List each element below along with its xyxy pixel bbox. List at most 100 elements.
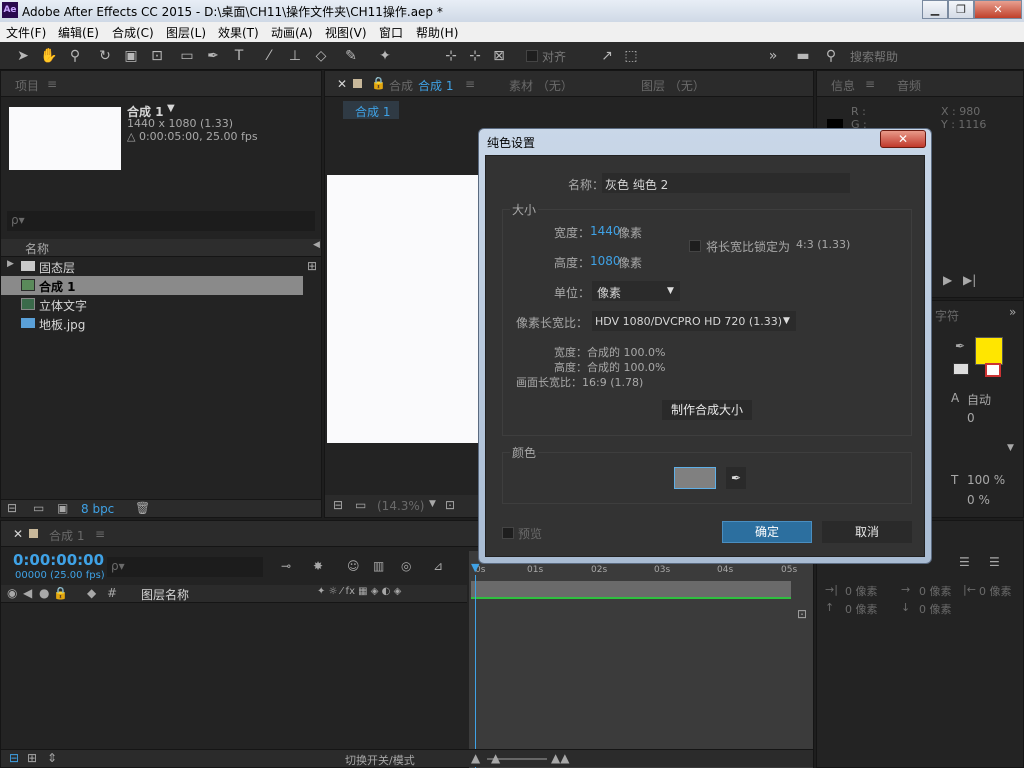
units-select[interactable]: 像素 ▼ <box>592 281 680 301</box>
brush-tool-icon[interactable]: ⁄ <box>260 47 278 65</box>
stroke-swatch-icon[interactable] <box>953 363 969 375</box>
zoom-tool-icon[interactable]: ⚲ <box>66 47 84 65</box>
expand-arrow-icon[interactable]: ▶ <box>7 259 14 269</box>
tab-info[interactable]: 信息 <box>831 77 855 94</box>
toggle-switches-modes[interactable]: 切换开关/模式 <box>345 752 415 768</box>
project-search-input[interactable]: ρ▾ <box>7 211 315 231</box>
bpc-toggle[interactable]: 8 bpc <box>81 502 114 516</box>
maximize-button[interactable]: ❐ <box>948 0 974 19</box>
pen-tool-icon[interactable]: ✒ <box>204 47 222 65</box>
name-field[interactable]: 灰色 纯色 2 <box>602 173 850 193</box>
play-icon[interactable]: ▶ <box>943 273 952 287</box>
menu-composition[interactable]: 合成(C) <box>112 24 154 41</box>
comp-viewer-canvas[interactable] <box>327 175 479 443</box>
list-item[interactable]: 合成 1 <box>1 276 303 295</box>
snap-option-icon[interactable]: ↗ <box>598 47 616 65</box>
preview-checkbox[interactable] <box>502 527 514 539</box>
justify-icon[interactable]: ☰ <box>989 555 1000 569</box>
clone-stamp-tool-icon[interactable]: ⊥ <box>286 47 304 65</box>
roto-brush-tool-icon[interactable]: ✎ <box>342 47 360 65</box>
tab-audio[interactable]: 音频 <box>897 77 921 94</box>
motion-blur-icon[interactable]: ◎ <box>401 559 411 573</box>
menu-effect[interactable]: 效果(T) <box>218 24 259 41</box>
cancel-button[interactable]: 取消 <box>822 521 912 543</box>
leading-value[interactable]: 自动 <box>967 391 991 408</box>
zoom-out-icon[interactable]: ▲ <box>471 751 480 765</box>
puppet-pin-tool-icon[interactable]: ✦ <box>376 47 394 65</box>
panel-menu-icon[interactable]: ≡ <box>465 77 475 91</box>
in-out-icon[interactable]: ⇕ <box>47 751 57 765</box>
visibility-icon[interactable]: ◉ <box>7 586 17 600</box>
project-tab[interactable]: 项目 <box>15 77 39 94</box>
current-timecode[interactable]: 0:00:00:00 <box>13 551 104 569</box>
transfer-controls-icon[interactable]: ⊞ <box>27 751 37 765</box>
width-value[interactable]: 1440 <box>590 224 621 238</box>
space-after-value[interactable]: 0 像素 <box>919 601 952 617</box>
audio-icon[interactable]: ◀ <box>23 586 32 600</box>
playhead-icon[interactable]: ▼ <box>471 561 479 574</box>
menu-layer[interactable]: 图层(L) <box>166 24 206 41</box>
no-stroke-swatch-icon[interactable] <box>985 363 1001 377</box>
tab-character[interactable]: 字符 <box>935 307 959 324</box>
list-item[interactable]: 地板.jpg <box>1 314 303 333</box>
region-icon[interactable]: ⊡ <box>445 498 455 512</box>
eyedropper-icon[interactable]: ✒ <box>955 339 965 353</box>
axis-world-icon[interactable]: ⊹ <box>466 47 484 65</box>
selection-tool-icon[interactable]: ➤ <box>14 47 32 65</box>
panel-menu-icon[interactable]: ≡ <box>95 527 105 541</box>
menu-animation[interactable]: 动画(A) <box>271 24 313 41</box>
eyedropper-icon[interactable]: ✒ <box>726 467 746 489</box>
workspace-icon[interactable]: ▬ <box>794 47 812 65</box>
horizontal-scale-value[interactable]: 100 % <box>967 473 1005 487</box>
close-tab-icon[interactable]: ✕ <box>337 77 347 91</box>
axis-view-icon[interactable]: ⊠ <box>490 47 508 65</box>
flowchart-icon[interactable]: ⊞ <box>307 259 317 273</box>
dialog-close-button[interactable]: ✕ <box>880 130 926 148</box>
help-search-icon[interactable]: ⚲ <box>822 47 840 65</box>
skip-forward-icon[interactable]: ▶| <box>963 273 976 287</box>
chevron-down-icon[interactable]: ▼ <box>167 103 175 114</box>
indent-left-value[interactable]: 0 像素 <box>845 583 878 599</box>
menu-edit[interactable]: 编辑(E) <box>58 24 99 41</box>
indent-first-value[interactable]: 0 像素 <box>919 583 952 599</box>
window-close-button[interactable]: ✕ <box>974 0 1022 19</box>
ok-button[interactable]: 确定 <box>722 521 812 543</box>
toolbar-expand-icon[interactable]: » <box>764 47 782 65</box>
type-tool-icon[interactable]: T <box>230 47 248 65</box>
solo-icon[interactable]: ● <box>39 586 49 600</box>
switches-icons[interactable]: ✦ ☼ ⁄ fx ▦ ◈ ◐ ◈ <box>317 586 401 597</box>
make-comp-size-button[interactable]: 制作合成大小 <box>662 400 752 420</box>
minimize-button[interactable]: ▁ <box>922 0 948 19</box>
comp-button-icon[interactable]: ⊡ <box>797 607 807 621</box>
comp-mini-flowchart-icon[interactable]: ⊸ <box>281 559 291 573</box>
lock-icon[interactable]: 🔒 <box>371 76 386 90</box>
snap-feature-icon[interactable]: ⬚ <box>622 47 640 65</box>
help-search-input[interactable]: 搜索帮助 <box>850 48 898 65</box>
menu-help[interactable]: 帮助(H) <box>416 24 458 41</box>
work-area-bar[interactable] <box>471 581 791 599</box>
breadcrumb[interactable]: 合成 1 <box>343 101 399 119</box>
fill-color-swatch[interactable] <box>975 337 1003 365</box>
layer-name-col[interactable]: 图层名称 <box>141 586 189 603</box>
close-tab-icon[interactable]: ✕ <box>13 527 23 541</box>
column-name[interactable]: 名称 <box>25 240 49 257</box>
snap-checkbox[interactable] <box>526 50 538 62</box>
list-item[interactable]: ▶ 固态层 ⊞ <box>1 257 317 276</box>
tsume-value[interactable]: 0 % <box>967 493 990 507</box>
new-folder-icon[interactable]: ▭ <box>33 501 44 515</box>
menu-view[interactable]: 视图(V) <box>325 24 367 41</box>
label-tag-icon[interactable]: ◆ <box>87 586 96 600</box>
par-select[interactable]: HDV 1080/DVCPRO HD 720 (1.33) ▼ <box>592 311 796 331</box>
color-swatch[interactable] <box>674 467 716 489</box>
new-comp-icon[interactable]: ▣ <box>57 501 68 515</box>
indent-right-value[interactable]: 0 像素 <box>979 583 1012 599</box>
menu-file[interactable]: 文件(F) <box>6 24 46 41</box>
shy-layers-icon[interactable]: ☺ <box>347 559 360 573</box>
camera-tool-icon[interactable]: ▣ <box>122 47 140 65</box>
align-right-icon[interactable]: ☰ <box>959 555 970 569</box>
panel-menu-icon[interactable]: ≡ <box>865 77 875 91</box>
rotate-tool-icon[interactable]: ↻ <box>96 47 114 65</box>
frame-blending-icon[interactable]: ▥ <box>373 559 384 573</box>
zoom-slider-handle[interactable]: ▲ <box>491 751 500 765</box>
menu-window[interactable]: 窗口 <box>379 24 403 41</box>
